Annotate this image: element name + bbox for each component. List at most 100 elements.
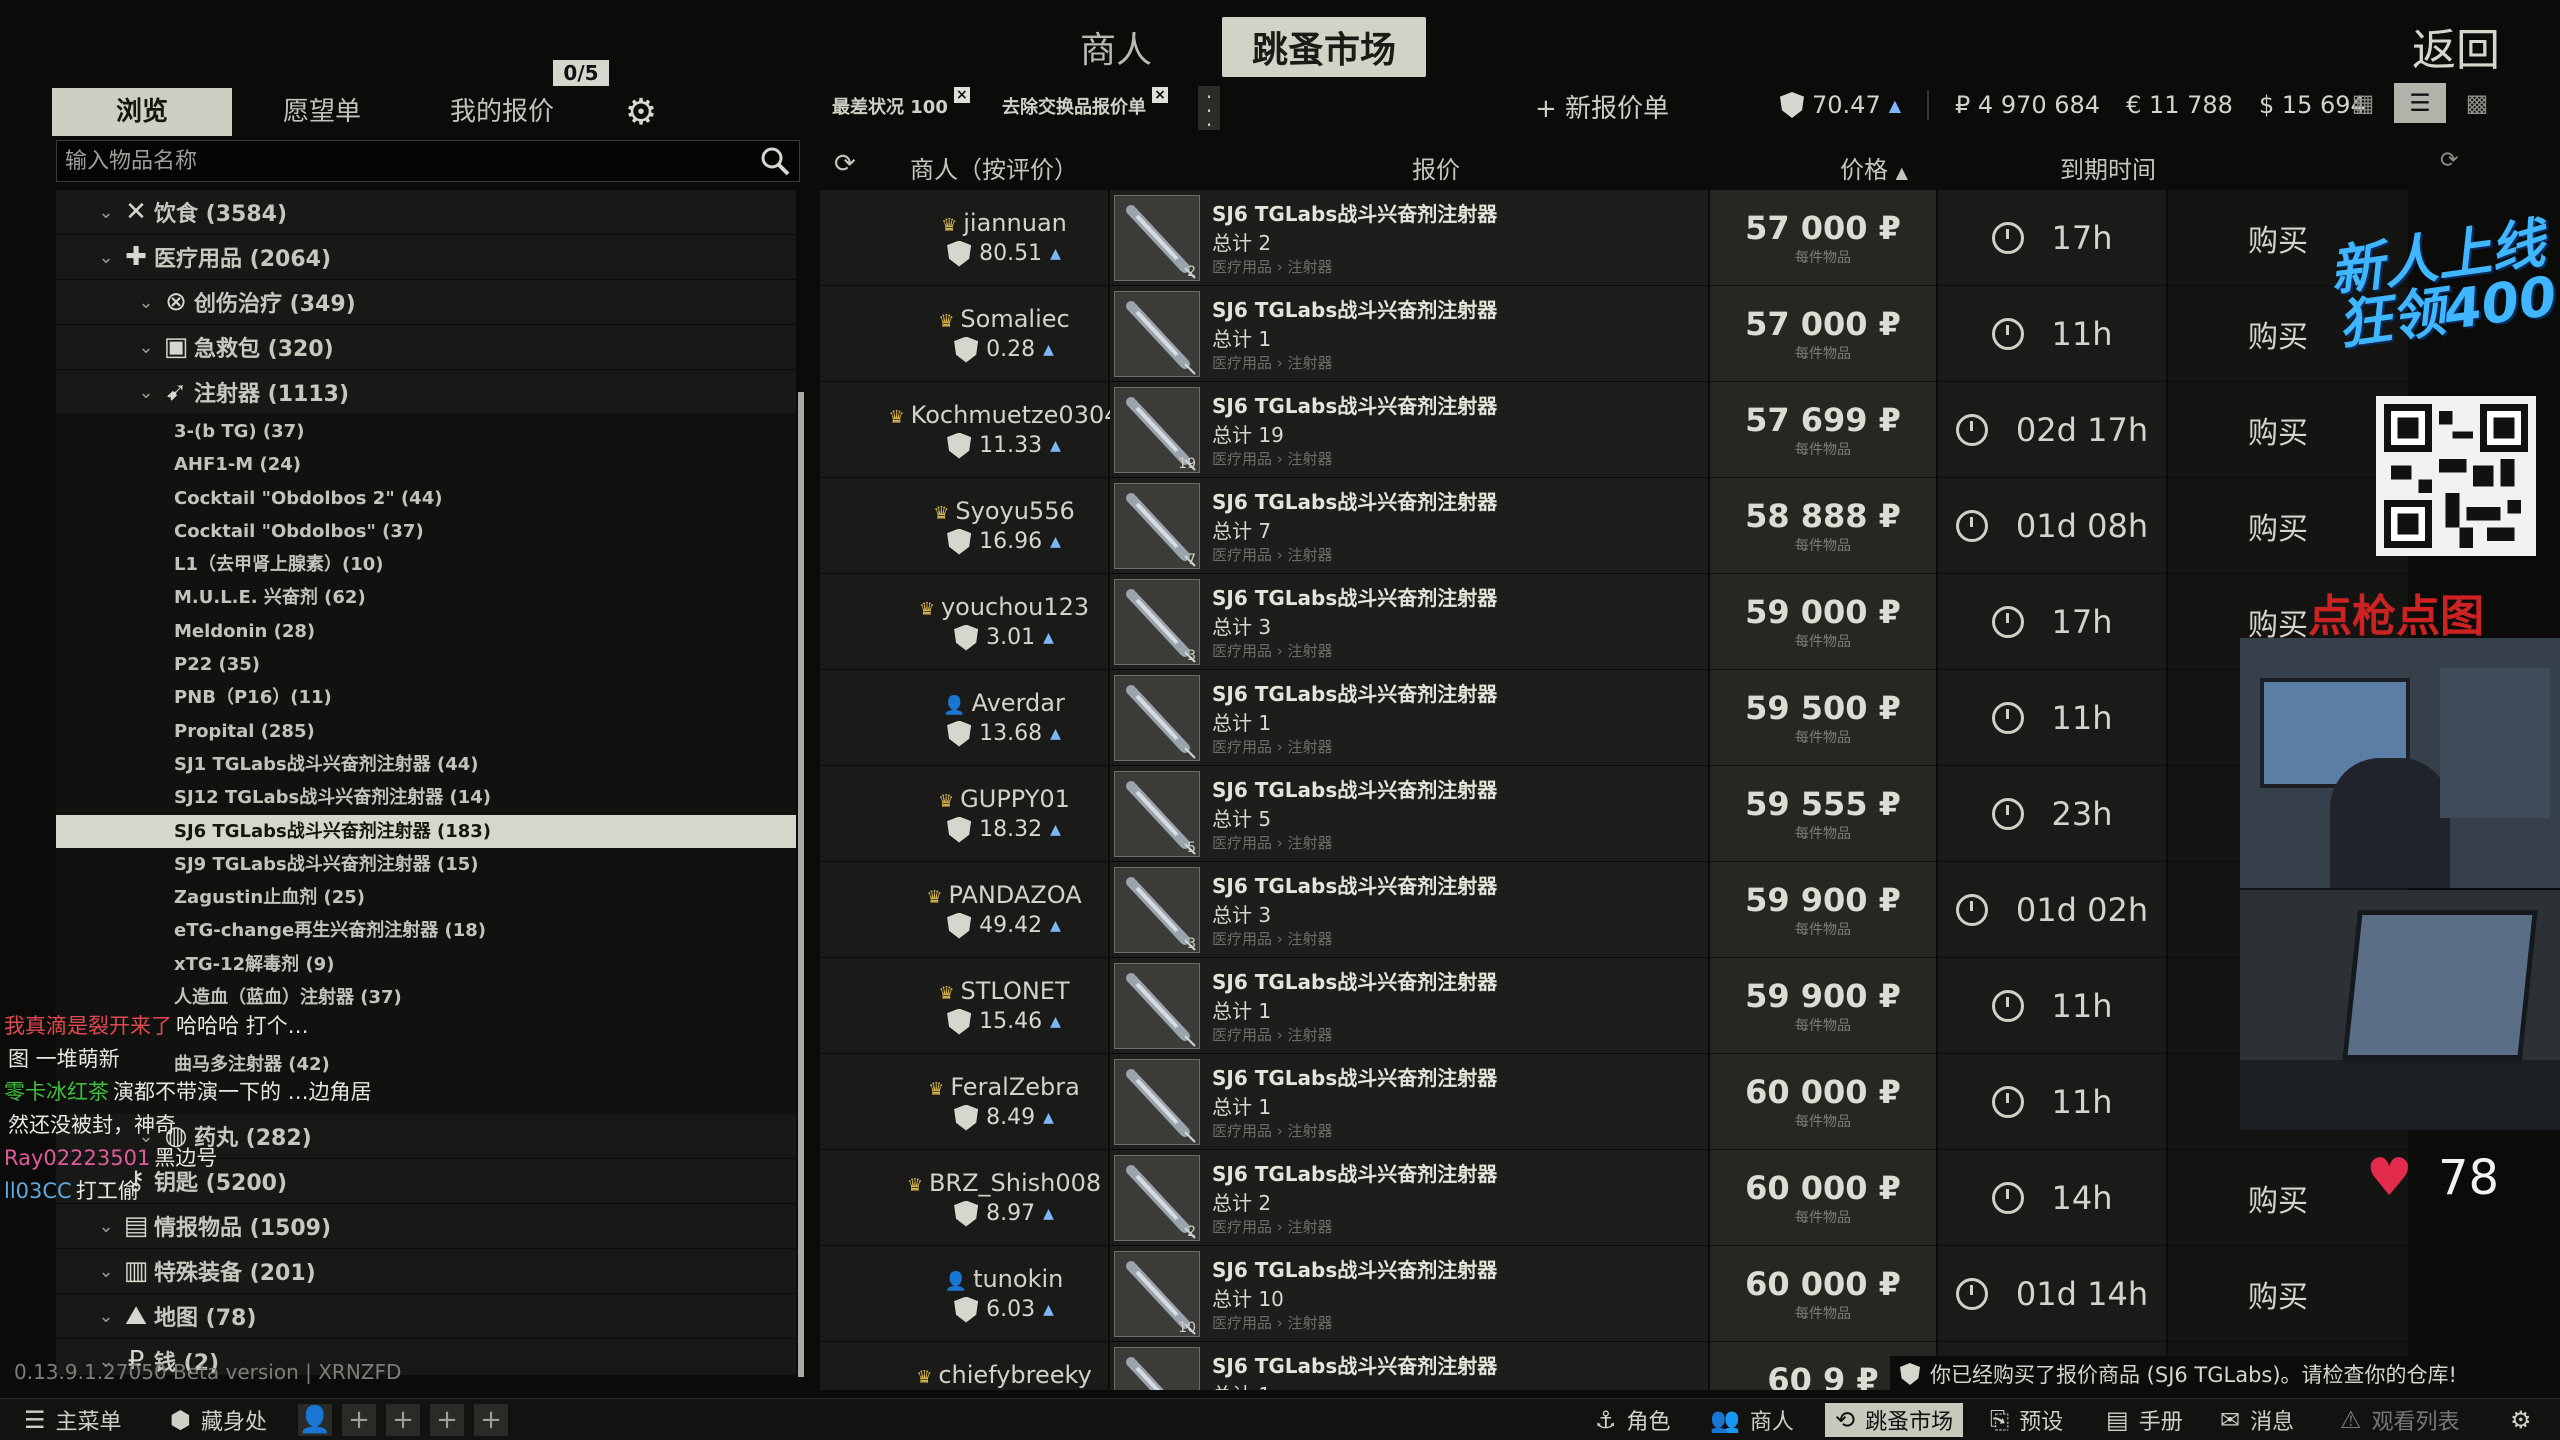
- trader-name[interactable]: ♛ Syoyu556: [933, 497, 1074, 525]
- tab-my-offers[interactable]: 我的报价: [412, 88, 592, 136]
- refresh-icon[interactable]: ⟳: [834, 150, 862, 178]
- item-thumbnail[interactable]: 5: [1114, 770, 1200, 857]
- tab-traders[interactable]: 商人: [1050, 17, 1182, 77]
- new-offer-button[interactable]: + 新报价单: [1535, 88, 1669, 125]
- tree-leaf-item[interactable]: SJ6 TGLabs战斗兴奋剂注射器 (183): [56, 814, 796, 848]
- item-thumbnail[interactable]: [1114, 1346, 1200, 1390]
- tree-leaf-item[interactable]: P22 (35): [56, 648, 796, 682]
- grid-large-icon[interactable]: ▩: [2462, 88, 2492, 118]
- col-expiry[interactable]: 到期时间: [2060, 150, 2156, 185]
- trader-name[interactable]: ♛ GUPPY01: [938, 785, 1070, 813]
- chevron-down-icon[interactable]: ⌄: [94, 247, 118, 268]
- filter-chip-barter[interactable]: 去除交换品报价单 ×: [1002, 80, 1168, 132]
- tab-flea-market[interactable]: 跳蚤市场: [1222, 17, 1427, 77]
- search-input[interactable]: [57, 141, 737, 181]
- close-icon[interactable]: ×: [953, 87, 970, 103]
- tree-category[interactable]: ⌄ ▤ 情报物品 (1509): [56, 1204, 796, 1250]
- reset-icon[interactable]: ⟳: [2440, 148, 2458, 173]
- tree-leaf-item[interactable]: L1（去甲肾上腺素）(10): [56, 548, 796, 582]
- tree-leaf-item[interactable]: PNB（P16）(11): [56, 681, 796, 715]
- col-price[interactable]: 价格 ▲: [1840, 150, 1908, 185]
- tree-category[interactable]: ⌄ ▣ 急救包 (320): [56, 325, 796, 370]
- trader-name[interactable]: ♛ Somaliec: [938, 305, 1069, 333]
- trader-name[interactable]: ♛ FeralZebra: [928, 1073, 1080, 1101]
- handbook-button[interactable]: ▤ 手册: [2096, 1403, 2193, 1437]
- chevron-down-icon[interactable]: ⌄: [134, 292, 158, 313]
- tree-leaf-item[interactable]: Meldonin (28): [56, 614, 796, 649]
- stash-button[interactable]: ⬢ 藏身处: [160, 1403, 277, 1437]
- search-icon[interactable]: [759, 145, 791, 177]
- presets-button[interactable]: ⎘ 预设: [1980, 1403, 2073, 1437]
- tree-category[interactable]: ⌄ ✚ 医疗用品 (2064): [56, 235, 796, 280]
- tree-leaf-item[interactable]: SJ12 TGLabs战斗兴奋剂注射器 (14): [56, 781, 796, 815]
- tree-leaf-item[interactable]: AHF1-M (24): [56, 448, 796, 482]
- tree-leaf-item[interactable]: SJ9 TGLabs战斗兴奋剂注射器 (15): [56, 847, 796, 882]
- col-offer[interactable]: 报价: [1412, 150, 1460, 185]
- filter-chip-condition[interactable]: 最差状况 100 ×: [832, 80, 970, 132]
- tab-wishlist[interactable]: 愿望单: [232, 88, 412, 136]
- item-thumbnail[interactable]: 3: [1114, 866, 1200, 953]
- item-thumbnail[interactable]: 10: [1114, 1250, 1200, 1337]
- item-thumbnail[interactable]: 2: [1114, 1154, 1200, 1241]
- buy-button[interactable]: 购买: [2168, 478, 2408, 573]
- buy-button[interactable]: 购买: [2168, 382, 2408, 477]
- tree-leaf-item[interactable]: xTG-12解毒剂 (9): [56, 947, 796, 982]
- add-slot-button[interactable]: +: [342, 1404, 376, 1436]
- chevron-down-icon[interactable]: ⌄: [94, 1216, 118, 1237]
- trader-name[interactable]: ♛ BRZ_Shish008: [907, 1169, 1101, 1197]
- item-thumbnail[interactable]: 2: [1114, 194, 1200, 281]
- gear-icon[interactable]: ⚙: [622, 94, 660, 132]
- settings-button[interactable]: ⚙: [2500, 1403, 2542, 1437]
- item-thumbnail[interactable]: [1114, 290, 1200, 377]
- item-thumbnail[interactable]: 7: [1114, 482, 1200, 569]
- watchlist-button[interactable]: ⚠ 观看列表: [2330, 1403, 2470, 1437]
- back-button[interactable]: 返回: [2412, 14, 2500, 78]
- tab-browse[interactable]: 浏览: [52, 88, 232, 136]
- chevron-down-icon[interactable]: ⌄: [94, 1306, 118, 1327]
- tree-category[interactable]: ⌄ ⊗ 创伤治疗 (349): [56, 280, 796, 325]
- item-thumbnail[interactable]: [1114, 1058, 1200, 1145]
- chevron-down-icon[interactable]: ⌄: [94, 202, 118, 223]
- buy-button[interactable]: 购买: [2168, 1246, 2408, 1341]
- tree-leaf-item[interactable]: Zagustin止血剂 (25): [56, 881, 796, 915]
- user-slot-icon[interactable]: 👤: [298, 1404, 332, 1436]
- traders-button[interactable]: 👥 商人: [1700, 1403, 1804, 1437]
- more-menu-icon[interactable]: · · ·: [1198, 86, 1220, 135]
- character-button[interactable]: ⚓ 角色: [1585, 1403, 1681, 1437]
- tree-leaf-item[interactable]: SJ1 TGLabs战斗兴奋剂注射器 (44): [56, 747, 796, 782]
- trader-name[interactable]: 👤 tunokin: [945, 1265, 1064, 1293]
- item-thumbnail[interactable]: 3: [1114, 578, 1200, 665]
- tree-leaf-item[interactable]: Cocktail "Obdolbos" (37): [56, 514, 796, 549]
- close-icon[interactable]: ×: [1152, 87, 1168, 103]
- trader-name[interactable]: ♛ jiannuan: [941, 209, 1067, 237]
- tree-leaf-item[interactable]: eTG-change再生兴奋剂注射器 (18): [56, 914, 796, 948]
- tree-leaf-item[interactable]: M.U.L.E. 兴奋剂 (62): [56, 581, 796, 615]
- item-thumbnail[interactable]: [1114, 674, 1200, 761]
- chevron-down-icon[interactable]: ⌄: [134, 337, 158, 358]
- trader-name[interactable]: 👤 Averdar: [943, 689, 1065, 717]
- tree-leaf-item[interactable]: 3-(b TG) (37): [56, 415, 796, 449]
- trader-name[interactable]: ♛ STLONET: [938, 977, 1069, 1005]
- chevron-down-icon[interactable]: ⌄: [94, 1261, 118, 1282]
- list-view-icon[interactable]: ☰: [2394, 83, 2446, 123]
- main-menu-button[interactable]: ☰ 主菜单: [14, 1403, 132, 1437]
- tree-category[interactable]: ⌄ ➹ 注射器 (1113): [56, 370, 796, 415]
- trader-name[interactable]: ♛ PANDAZOA: [926, 881, 1081, 909]
- flea-market-button[interactable]: ⟲ 跳蚤市场: [1825, 1403, 1964, 1437]
- messages-button[interactable]: ✉ 消息: [2210, 1403, 2304, 1437]
- item-thumbnail[interactable]: [1114, 962, 1200, 1049]
- col-trader[interactable]: 商人（按评价）: [910, 150, 1078, 185]
- tree-leaf-item[interactable]: Propital (285): [56, 714, 796, 748]
- tree-category[interactable]: ⌄ ⛰ 地图 (78): [56, 1294, 796, 1340]
- tree-category[interactable]: ⌄ ✕ 饮食 (3584): [56, 190, 796, 235]
- trader-name[interactable]: ♛ Kochmuetze0304: [889, 401, 1120, 429]
- add-slot-button[interactable]: +: [474, 1404, 508, 1436]
- chevron-down-icon[interactable]: ⌄: [134, 382, 158, 403]
- tree-leaf-item[interactable]: Cocktail "Obdolbos 2" (44): [56, 481, 796, 515]
- tree-category[interactable]: ⌄ ▥ 特殊装备 (201): [56, 1249, 796, 1295]
- grid-small-icon[interactable]: ▦: [2348, 88, 2378, 118]
- tree-scrollbar[interactable]: [798, 392, 804, 1377]
- add-slot-button[interactable]: +: [430, 1404, 464, 1436]
- trader-name[interactable]: ♛ youchou123: [919, 593, 1089, 621]
- item-thumbnail[interactable]: 19: [1114, 386, 1200, 473]
